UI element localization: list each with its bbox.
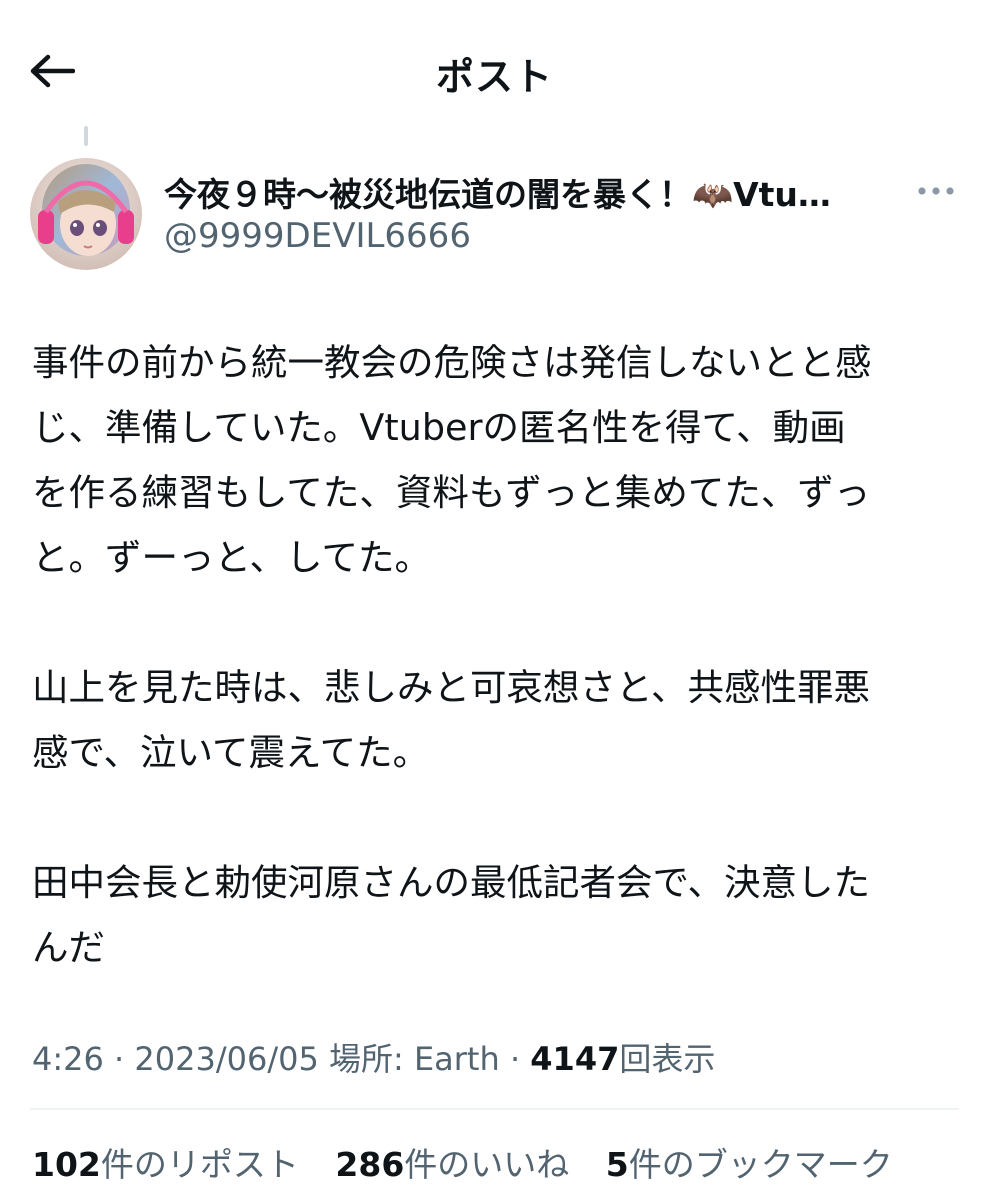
avatar-image: [30, 158, 142, 270]
engagement-stats: 102件のリポスト 286件のいいね 5件のブックマーク: [32, 1138, 919, 1186]
likes-label: 件のいいね: [404, 1145, 570, 1184]
tweet-line: 感で、泣いて震えてた。: [32, 731, 430, 774]
display-name[interactable]: 今夜９時〜被災地伝道の闇を暴く！🦇Vtu…: [164, 168, 884, 216]
likes-count: 286: [335, 1145, 405, 1184]
tweet-paragraph: 事件の前から統一教会の危険さは発信しないとと感 じ、準備していた。Vtuberの…: [32, 330, 967, 590]
tweet-line: と。ずーっと、してた。: [32, 536, 431, 579]
tweet-line: を作る練習もしてた、資料もずっと集めてた、ずっ: [32, 471, 871, 514]
thread-connector-line: [84, 126, 88, 146]
meta-separator: ·: [509, 1040, 521, 1078]
avatar[interactable]: [30, 158, 142, 270]
divider: [30, 1108, 959, 1110]
bookmarks-label: 件のブックマーク: [628, 1145, 893, 1184]
tweet-time[interactable]: 4:26: [32, 1040, 104, 1078]
reposts-label: 件のリポスト: [100, 1145, 299, 1184]
tweet-location: 場所: Earth: [328, 1040, 500, 1078]
tweet-meta: 4:26 · 2023/06/05 場所: Earth · 4147回表示: [32, 1034, 715, 1080]
tweet-line: じ、準備していた。Vtuberの匿名性を得て、動画: [32, 406, 846, 449]
likes-stat[interactable]: 286件のいいね: [335, 1138, 569, 1186]
tweet-text: 事件の前から統一教会の危険さは発信しないとと感 じ、準備していた。Vtuberの…: [32, 330, 967, 980]
reposts-count: 102: [32, 1145, 101, 1184]
views-count: 4147: [530, 1040, 620, 1078]
page-title: ポスト: [435, 55, 553, 99]
tweet-line: 山上を見た時は、悲しみと可哀想さと、共感性罪悪: [32, 666, 871, 709]
tweet-paragraph: 山上を見た時は、悲しみと可哀想さと、共感性罪悪 感で、泣いて震えてた。: [32, 655, 967, 785]
meta-separator: ·: [114, 1040, 125, 1078]
more-horizontal-icon: [918, 187, 954, 195]
more-options-button[interactable]: [914, 176, 958, 206]
tweet-line: 田中会長と勅使河原さんの最低記者会で、決意した: [32, 861, 871, 904]
user-handle[interactable]: @9999DEVIL6666: [164, 216, 471, 256]
tweet-date[interactable]: 2023/06/05: [134, 1040, 318, 1078]
reposts-stat[interactable]: 102件のリポスト: [32, 1138, 299, 1186]
bookmarks-count: 5: [605, 1145, 629, 1184]
tweet-line: 事件の前から統一教会の危険さは発信しないとと感: [32, 341, 872, 384]
tweet-line: んだ: [32, 926, 105, 969]
top-bar: ポスト: [0, 0, 989, 128]
tweet-paragraph: 田中会長と勅使河原さんの最低記者会で、決意した んだ: [32, 850, 967, 980]
views-label: 回表示: [619, 1040, 716, 1078]
bookmarks-stat[interactable]: 5件のブックマーク: [606, 1138, 893, 1186]
